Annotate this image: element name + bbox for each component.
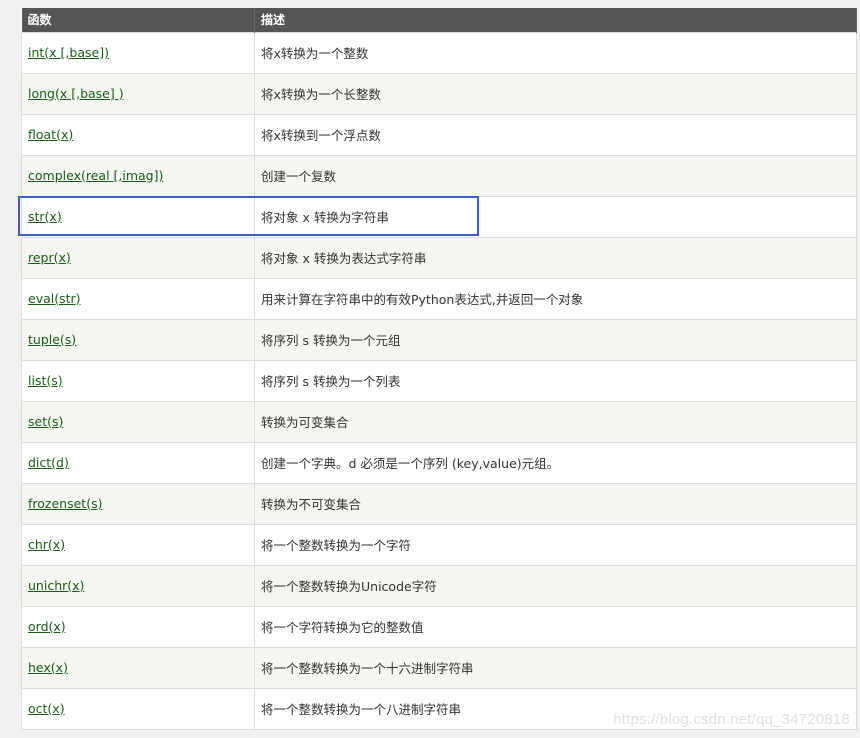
function-link[interactable]: chr(x): [28, 537, 65, 552]
page-background: 函数 描述 int(x [,base]) 将x转换为一个整数 long(x [,…: [0, 0, 860, 738]
function-link[interactable]: eval(str): [28, 291, 81, 306]
function-link[interactable]: float(x): [28, 127, 73, 142]
table-row: ord(x) 将一个字符转换为它的整数值: [21, 605, 857, 648]
table-row: int(x [,base]) 将x转换为一个整数: [21, 31, 857, 74]
description-text: 创建一个复数: [261, 169, 337, 184]
table-row: complex(real [,imag]) 创建一个复数: [21, 154, 857, 197]
table-header-row: 函数 描述: [21, 8, 857, 32]
table-row: hex(x) 将一个整数转换为一个十六进制字符串: [21, 646, 857, 689]
table-row-highlighted: str(x) 将对象 x 转换为字符串: [21, 195, 857, 238]
table-row: chr(x) 将一个整数转换为一个字符: [21, 523, 857, 566]
description-text: 将x转换为一个长整数: [261, 87, 381, 102]
function-link[interactable]: unichr(x): [28, 578, 84, 593]
function-link[interactable]: repr(x): [28, 250, 71, 265]
header-description: 描述: [254, 8, 857, 32]
description-text: 转换为可变集合: [261, 415, 349, 430]
table-row: set(s) 转换为可变集合: [21, 400, 857, 443]
description-text: 将一个整数转换为Unicode字符: [261, 579, 437, 594]
table-row: unichr(x) 将一个整数转换为Unicode字符: [21, 564, 857, 607]
description-text: 将对象 x 转换为表达式字符串: [261, 251, 427, 266]
function-link[interactable]: oct(x): [28, 701, 65, 716]
description-text: 将x转换为一个整数: [261, 46, 369, 61]
table-row: tuple(s) 将序列 s 转换为一个元组: [21, 318, 857, 361]
function-link[interactable]: long(x [,base] ): [28, 86, 124, 101]
table-row: list(s) 将序列 s 转换为一个列表: [21, 359, 857, 402]
function-link[interactable]: dict(d): [28, 455, 69, 470]
function-link[interactable]: hex(x): [28, 660, 68, 675]
table-row: long(x [,base] ) 将x转换为一个长整数: [21, 72, 857, 115]
description-text: 将一个整数转换为一个八进制字符串: [261, 702, 462, 717]
table-row: float(x) 将x转换到一个浮点数: [21, 113, 857, 156]
table-row: repr(x) 将对象 x 转换为表达式字符串: [21, 236, 857, 279]
description-text: 将一个整数转换为一个十六进制字符串: [261, 661, 474, 676]
function-link[interactable]: tuple(s): [28, 332, 76, 347]
function-link[interactable]: set(s): [28, 414, 63, 429]
function-link[interactable]: complex(real [,imag]): [28, 168, 163, 183]
function-link[interactable]: ord(x): [28, 619, 66, 634]
table-row: eval(str) 用来计算在字符串中的有效Python表达式,并返回一个对象: [21, 277, 857, 320]
function-link[interactable]: str(x): [28, 209, 62, 224]
description-text: 创建一个字典。d 必须是一个序列 (key,value)元组。: [261, 456, 560, 471]
table-row: oct(x) 将一个整数转换为一个八进制字符串: [21, 687, 857, 730]
table-row: dict(d) 创建一个字典。d 必须是一个序列 (key,value)元组。: [21, 441, 857, 484]
description-text: 用来计算在字符串中的有效Python表达式,并返回一个对象: [261, 292, 584, 307]
description-text: 转换为不可变集合: [261, 497, 362, 512]
description-text: 将序列 s 转换为一个元组: [261, 333, 401, 348]
description-text: 将对象 x 转换为字符串: [261, 210, 389, 225]
header-function: 函数: [21, 8, 255, 32]
table-row: frozenset(s) 转换为不可变集合: [21, 482, 857, 525]
function-link[interactable]: list(s): [28, 373, 63, 388]
description-text: 将一个字符转换为它的整数值: [261, 620, 424, 635]
description-text: 将一个整数转换为一个字符: [261, 538, 412, 553]
function-link[interactable]: frozenset(s): [28, 496, 102, 511]
function-table: 函数 描述 int(x [,base]) 将x转换为一个整数 long(x [,…: [21, 8, 857, 730]
description-text: 将序列 s 转换为一个列表: [261, 374, 401, 389]
function-link[interactable]: int(x [,base]): [28, 45, 109, 60]
description-text: 将x转换到一个浮点数: [261, 128, 381, 143]
